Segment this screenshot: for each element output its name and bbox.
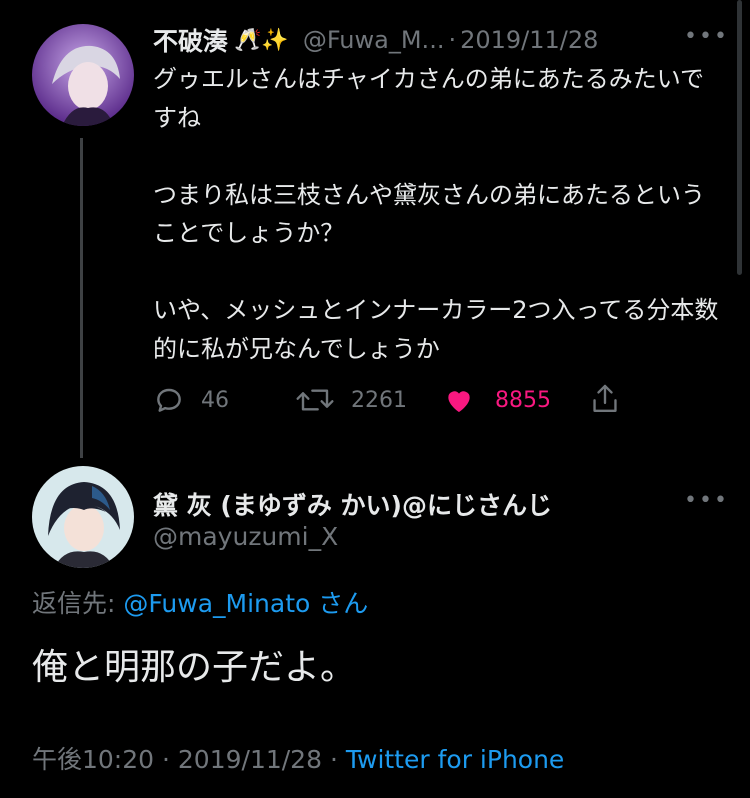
tweet2-date[interactable]: 2019/11/28 — [178, 745, 322, 774]
tweet2-display-name[interactable]: 黛 灰 (まゆずみ かい)@にじさんじ — [153, 486, 552, 522]
scrollbar[interactable] — [737, 0, 742, 275]
avatar-fuwa[interactable] — [32, 24, 134, 126]
reply-suffix: さん — [318, 589, 369, 618]
reply-to-link[interactable]: @Fuwa_Minato — [123, 589, 310, 618]
tweet1-display-name[interactable]: 不破湊 — [153, 22, 228, 58]
retweet-action[interactable]: 2261 — [295, 384, 407, 416]
tweet1-more-icon[interactable]: ••• — [684, 24, 729, 49]
retweet-count: 2261 — [351, 387, 407, 413]
tweet2-meta: 午後10:20 · 2019/11/28 · Twitter for iPhon… — [32, 740, 564, 776]
tweet1-name-emoji: 🥂✨ — [234, 27, 289, 53]
heart-icon — [448, 391, 470, 412]
tweet1-header: 不破湊 🥂✨ @Fuwa_M... · 2019/11/28 — [153, 22, 598, 58]
tweet2-sep1: · — [162, 745, 170, 774]
reply-context: 返信先: @Fuwa_Minato さん — [32, 584, 368, 620]
avatar-mayuzumi[interactable] — [32, 466, 134, 568]
tweet2-source[interactable]: Twitter for iPhone — [346, 745, 564, 774]
tweet2-handle[interactable]: @mayuzumi_X — [153, 522, 338, 551]
tweet2-time[interactable]: 午後10:20 — [32, 745, 154, 774]
tweet1-date[interactable]: 2019/11/28 — [460, 26, 598, 54]
thread-line — [80, 138, 83, 458]
like-count: 8855 — [495, 387, 551, 413]
tweet2-sep2: · — [329, 745, 338, 774]
like-action[interactable]: 8855 — [443, 384, 551, 416]
reply-action[interactable]: 46 — [153, 384, 229, 416]
reply-count: 46 — [201, 387, 229, 413]
share-action[interactable] — [589, 382, 637, 416]
reply-prefix: 返信先: — [32, 589, 116, 618]
share-icon — [593, 384, 617, 412]
retweet-icon — [296, 389, 334, 411]
tweet1-actions: 46 2261 8855 — [153, 380, 633, 420]
reply-icon — [157, 388, 181, 412]
tweet1-separator: · — [448, 26, 457, 54]
tweet2-body: 俺と明那の子だよ。 — [32, 647, 357, 688]
tweet2-more-icon[interactable]: ••• — [684, 488, 729, 513]
tweet1-body: グゥエルさんはチャイカさんの弟にあたるみたいですね つまり私は三枝さんや黛灰さん… — [153, 65, 719, 363]
tweet1-handle[interactable]: @Fuwa_M... — [303, 26, 445, 54]
